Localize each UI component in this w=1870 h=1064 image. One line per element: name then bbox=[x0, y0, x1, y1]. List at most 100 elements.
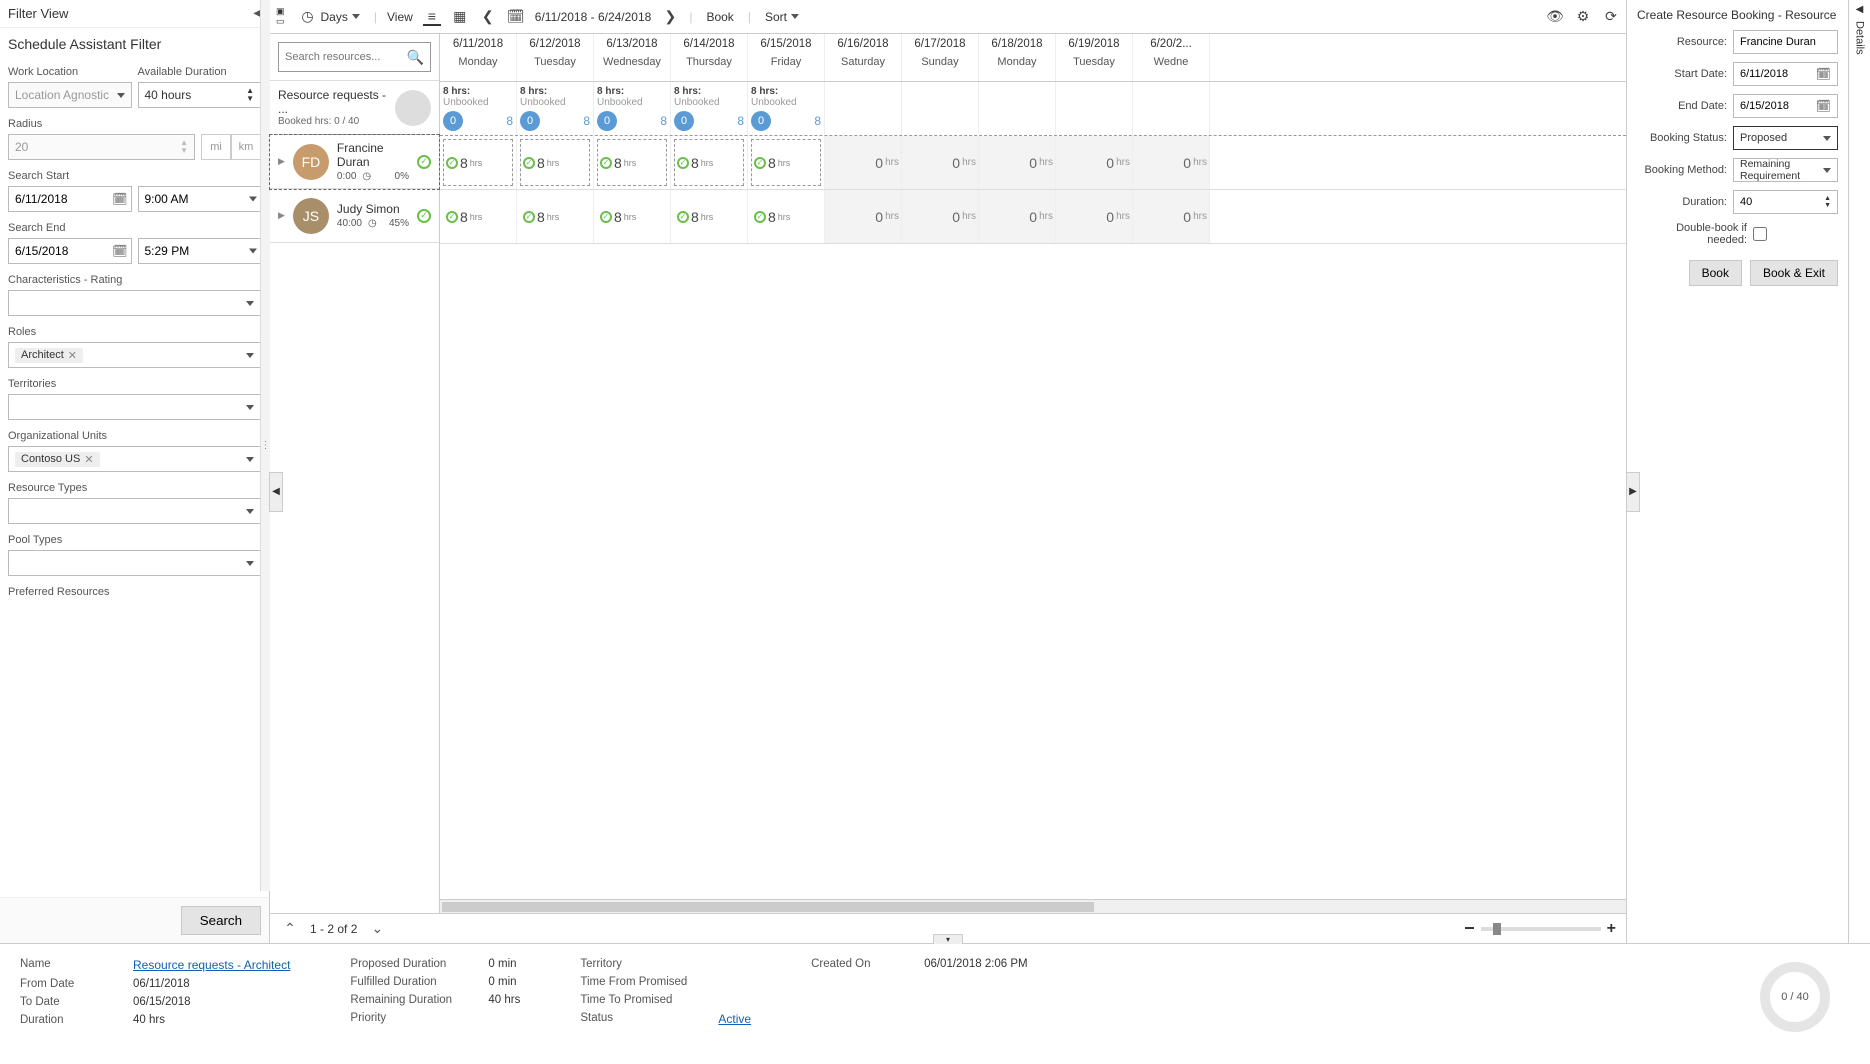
method-select[interactable]: Remaining Requirement bbox=[1733, 158, 1838, 182]
availability-cell[interactable]: 0hrs bbox=[979, 190, 1056, 243]
availability-cell[interactable]: 0hrs bbox=[1056, 136, 1133, 189]
zoom-out-icon[interactable]: − bbox=[1464, 918, 1475, 939]
pagination-text: 1 - 2 of 2 bbox=[310, 922, 357, 936]
zoom-control[interactable]: − + bbox=[1464, 918, 1616, 939]
calendar-icon[interactable]: 🗓 bbox=[112, 244, 127, 258]
search-icon[interactable]: 🔍 bbox=[407, 49, 424, 66]
radius-unit-toggle[interactable]: mi km bbox=[201, 134, 261, 160]
search-start-time[interactable] bbox=[138, 186, 262, 212]
close-icon[interactable]: ✕ bbox=[68, 349, 77, 362]
start-date-field[interactable]: 🗓 bbox=[1733, 62, 1838, 86]
calendar-icon[interactable]: 🗓 bbox=[1816, 67, 1831, 81]
availability-cell[interactable]: 0hrs bbox=[1056, 190, 1133, 243]
org-units-select[interactable]: Contoso US✕ bbox=[8, 446, 261, 472]
prev-icon[interactable]: ❮ bbox=[479, 8, 497, 26]
availability-cell[interactable]: ✓8hrs bbox=[517, 136, 594, 189]
panel-resize-handle[interactable]: ⋮ bbox=[260, 0, 270, 891]
gear-icon[interactable]: ⚙ bbox=[1574, 8, 1592, 26]
timescale-select[interactable]: ◷ Days bbox=[295, 6, 364, 28]
pool-types-select[interactable] bbox=[8, 550, 261, 576]
expand-rows-icon[interactable]: ▣▭ bbox=[276, 7, 285, 26]
availability-cell[interactable]: 0hrs bbox=[1133, 136, 1210, 189]
availability-cell[interactable]: 0hrs bbox=[979, 136, 1056, 189]
page-up-icon[interactable]: ⌃ bbox=[280, 920, 300, 937]
chevron-left-icon[interactable]: ◀ bbox=[1856, 4, 1864, 15]
collapse-booking-tab[interactable]: ▶ bbox=[1626, 472, 1640, 512]
resource-row[interactable]: ▶JSJudy Simon40:00◷45%✓ bbox=[270, 189, 439, 243]
resource-label: Resource: bbox=[1637, 36, 1727, 48]
resource-row[interactable]: ▶FDFrancine Duran0:00◷0%✓ bbox=[270, 135, 439, 189]
requirement-cell[interactable]: 8 hrs: Unbooked08 bbox=[748, 82, 825, 135]
next-icon[interactable]: ❯ bbox=[661, 8, 679, 26]
duration-field[interactable]: ▲▼ bbox=[1733, 190, 1838, 214]
status-select[interactable]: Proposed bbox=[1733, 126, 1838, 150]
availability-cell[interactable]: 0hrs bbox=[1133, 190, 1210, 243]
availability-cell[interactable]: ✓8hrs bbox=[671, 136, 748, 189]
book-button[interactable]: Book bbox=[702, 8, 737, 26]
caret-down-icon bbox=[791, 14, 799, 19]
spinner-icon[interactable]: ▲▼ bbox=[1824, 195, 1831, 209]
calendar-icon[interactable]: 🗓 bbox=[507, 8, 525, 26]
search-input[interactable] bbox=[285, 51, 385, 63]
requirement-cell[interactable]: 8 hrs: Unbooked08 bbox=[594, 82, 671, 135]
resource-search[interactable]: 🔍 bbox=[278, 42, 431, 72]
caret-down-icon[interactable] bbox=[249, 197, 257, 202]
status-link[interactable]: Active bbox=[718, 1012, 751, 1026]
territories-select[interactable] bbox=[8, 394, 261, 420]
availability-cell[interactable]: ✓8hrs bbox=[594, 136, 671, 189]
refresh-icon[interactable]: ⟳ bbox=[1602, 8, 1620, 26]
available-duration-select[interactable]: 40 hours ▲▼ bbox=[138, 82, 262, 108]
availability-cell[interactable]: ✓8hrs bbox=[440, 190, 517, 243]
availability-cell[interactable]: ✓8hrs bbox=[748, 136, 825, 189]
double-book-checkbox[interactable] bbox=[1753, 227, 1767, 241]
sort-select[interactable]: Sort bbox=[761, 8, 803, 26]
book-button[interactable]: Book bbox=[1689, 260, 1742, 286]
details-rail[interactable]: ◀ Details bbox=[1848, 0, 1870, 943]
availability-cell[interactable]: ✓8hrs bbox=[517, 190, 594, 243]
work-location-select[interactable]: Location Agnostic bbox=[8, 82, 132, 108]
search-button[interactable]: Search bbox=[181, 906, 261, 935]
date-column: 6/14/2018Thursday bbox=[671, 34, 748, 81]
book-exit-button[interactable]: Book & Exit bbox=[1750, 260, 1838, 286]
page-down-icon[interactable]: ⌄ bbox=[367, 920, 387, 937]
requirement-cell[interactable]: 8 hrs: Unbooked08 bbox=[517, 82, 594, 135]
availability-cell[interactable]: 0hrs bbox=[825, 136, 902, 189]
calendar-icon[interactable]: 🗓 bbox=[112, 192, 127, 206]
availability-cell[interactable]: 0hrs bbox=[902, 190, 979, 243]
availability-cell[interactable]: ✓8hrs bbox=[440, 136, 517, 189]
characteristics-select[interactable] bbox=[8, 290, 261, 316]
zoom-slider[interactable] bbox=[1481, 927, 1601, 931]
calendar-icon[interactable]: 🗓 bbox=[1816, 99, 1831, 113]
availability-cell[interactable]: 0hrs bbox=[825, 190, 902, 243]
requirement-progress-icon bbox=[395, 90, 431, 126]
list-view-icon[interactable]: ≡ bbox=[423, 8, 441, 26]
collapse-bottom-tab[interactable]: ▾ bbox=[933, 934, 963, 944]
requirement-cell[interactable]: 8 hrs: Unbooked08 bbox=[440, 82, 517, 135]
resource-types-select[interactable] bbox=[8, 498, 261, 524]
caret-down-icon bbox=[352, 14, 360, 19]
search-end-time[interactable] bbox=[138, 238, 262, 264]
availability-cell[interactable]: 0hrs bbox=[902, 136, 979, 189]
radius-input[interactable]: 20 ▲▼ bbox=[8, 134, 195, 160]
horizontal-scrollbar[interactable] bbox=[440, 899, 1626, 913]
requirement-link[interactable]: Resource requests - Architect bbox=[133, 958, 290, 972]
schedule-grid[interactable]: 8 hrs: Unbooked088 hrs: Unbooked088 hrs:… bbox=[440, 82, 1626, 899]
zoom-in-icon[interactable]: + bbox=[1607, 920, 1616, 938]
end-date-field[interactable]: 🗓 bbox=[1733, 94, 1838, 118]
availability-cell[interactable]: ✓8hrs bbox=[594, 190, 671, 243]
eye-icon[interactable]: 👁 bbox=[1546, 8, 1564, 26]
requirement-cell[interactable]: 8 hrs: Unbooked08 bbox=[671, 82, 748, 135]
close-icon[interactable]: ✕ bbox=[84, 453, 93, 466]
expand-icon[interactable]: ▶ bbox=[278, 210, 285, 221]
roles-select[interactable]: Architect✕ bbox=[8, 342, 261, 368]
caret-down-icon[interactable] bbox=[249, 249, 257, 254]
availability-cell[interactable]: ✓8hrs bbox=[748, 190, 825, 243]
org-unit-chip[interactable]: Contoso US✕ bbox=[15, 452, 100, 467]
availability-cell[interactable]: ✓8hrs bbox=[671, 190, 748, 243]
requirement-row[interactable]: Resource requests - ... Booked hrs: 0 / … bbox=[270, 81, 439, 135]
expand-icon[interactable]: ▶ bbox=[278, 156, 285, 167]
grid-view-icon[interactable]: ▦ bbox=[451, 8, 469, 26]
collapse-filter-tab[interactable]: ◀ bbox=[269, 472, 283, 512]
resource-field[interactable] bbox=[1733, 30, 1838, 54]
role-chip[interactable]: Architect✕ bbox=[15, 348, 83, 363]
